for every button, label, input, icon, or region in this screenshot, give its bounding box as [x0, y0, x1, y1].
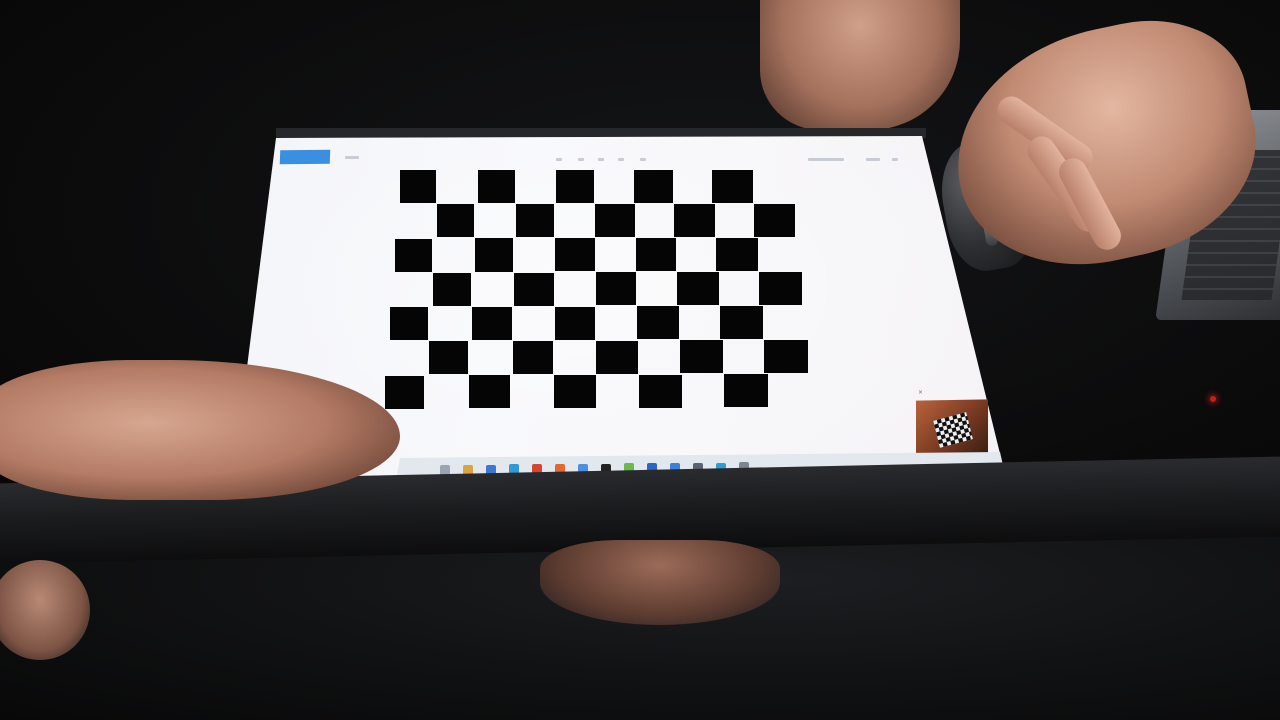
checker-square	[478, 170, 516, 204]
checker-square	[433, 272, 472, 306]
hand-under-monitor	[540, 540, 780, 625]
checker-square	[394, 238, 432, 272]
checker-square	[763, 340, 808, 373]
checker-square	[712, 170, 753, 204]
checker-square	[635, 238, 677, 272]
checker-square	[512, 341, 554, 375]
checker-square	[384, 375, 424, 409]
checker-square	[680, 340, 723, 374]
checker-square	[469, 375, 510, 409]
checker-square	[595, 272, 637, 306]
checker-square	[596, 340, 639, 374]
checker-square	[389, 307, 428, 341]
checker-square	[472, 306, 512, 340]
checker-square	[634, 170, 674, 204]
titlebar-item	[892, 158, 898, 161]
checker-square	[674, 204, 715, 238]
checker-square	[720, 306, 763, 340]
checker-square	[758, 272, 802, 305]
checker-square	[716, 238, 758, 272]
checker-square	[514, 272, 554, 306]
checker-square	[554, 375, 596, 408]
checker-square	[677, 272, 719, 306]
checker-square	[556, 170, 595, 204]
checker-square	[475, 238, 514, 272]
titlebar-item	[618, 158, 624, 161]
checker-square	[429, 341, 469, 375]
photo-scene: ×	[0, 0, 1280, 720]
titlebar-item	[808, 158, 844, 161]
app-title-badge	[279, 149, 331, 165]
checker-square	[724, 374, 768, 408]
checker-square	[555, 238, 595, 272]
thumbnail-checkerboard	[933, 412, 973, 448]
checker-square	[437, 204, 475, 238]
checker-square	[637, 306, 680, 340]
checker-square	[554, 306, 596, 340]
camera-preview-thumbnail	[916, 399, 988, 455]
titlebar-item	[556, 158, 562, 161]
checker-square	[595, 204, 635, 238]
checker-square	[516, 204, 555, 238]
titlebar-item	[866, 158, 880, 161]
titlebar-item	[640, 158, 646, 161]
checker-square	[639, 374, 682, 408]
close-icon: ×	[918, 389, 924, 396]
titlebar-item	[345, 156, 359, 159]
red-indicator-light	[1210, 396, 1216, 402]
checker-square	[753, 204, 796, 237]
titlebar-item	[578, 158, 584, 161]
titlebar-item	[598, 158, 604, 161]
checker-square	[400, 170, 436, 204]
